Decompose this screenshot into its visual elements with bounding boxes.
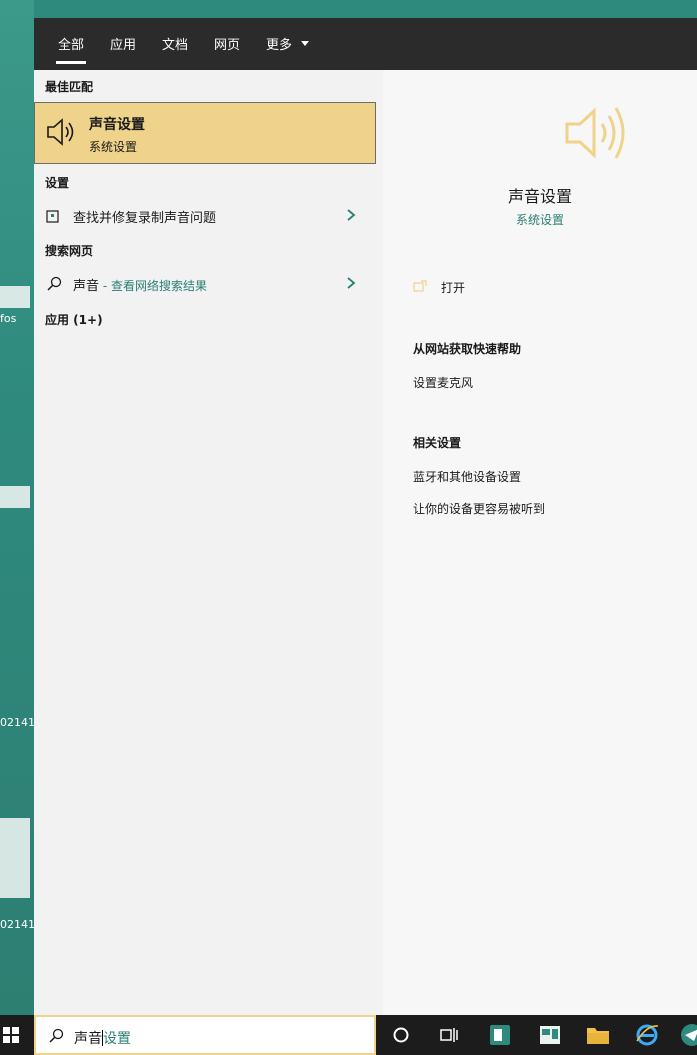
ie-browser-icon — [636, 1024, 659, 1046]
tab-more[interactable]: 更多 — [266, 34, 292, 53]
speaker-icon — [47, 118, 74, 146]
preview-subtitle: 系统设置 — [515, 213, 564, 227]
desktop-icon-label: 02141 — [0, 716, 35, 729]
best-match-item[interactable]: 声音设置 系统设置 — [34, 102, 376, 164]
web-result-suffix: - 查看网络搜索结果 — [99, 279, 207, 293]
taskbar-app-button[interactable] — [477, 1015, 523, 1055]
cortana-button[interactable] — [378, 1015, 424, 1055]
web-result-item[interactable]: 声音 - 查看网络搜索结果 — [34, 269, 383, 299]
tab-all[interactable]: 全部 — [55, 34, 87, 64]
search-input[interactable]: 声音设置 — [74, 1028, 131, 1048]
start-button[interactable] — [0, 1015, 34, 1055]
folder-icon — [587, 1028, 609, 1044]
chevron-right-icon[interactable] — [346, 208, 356, 222]
desktop-icon-label: fos — [0, 312, 17, 325]
filter-tab-bar: 全部 应用 文档 网页 更多 — [34, 18, 697, 70]
chevron-down-icon — [301, 41, 309, 46]
desktop-file-thumbnail[interactable] — [0, 818, 30, 898]
section-header-apps[interactable]: 应用 (1+) — [45, 311, 103, 328]
related-link-bluetooth[interactable]: 蓝牙和其他设备设置 — [413, 468, 521, 485]
section-header-settings: 设置 — [45, 176, 70, 190]
web-result-label: 声音 - 查看网络搜索结果 — [73, 275, 207, 294]
search-box[interactable]: 声音设置 — [34, 1015, 376, 1055]
preview-pane: 声音设置 系统设置 打开 从网站获取快速帮助 设置麦克风 相关设置 蓝牙和其他设… — [383, 70, 697, 1015]
windows-logo-icon — [3, 1027, 19, 1043]
section-header-web: 搜索网页 — [45, 244, 94, 258]
search-query-text: 声音 — [74, 1031, 102, 1047]
preview-title: 声音设置 — [507, 187, 572, 206]
search-panel: 全部 应用 文档 网页 更多 最佳匹配 声音设置 系统设置 设置 查找并修复录制… — [34, 18, 697, 1015]
settings-result-label: 查找并修复录制声音问题 — [73, 211, 217, 226]
taskbar-app-button[interactable] — [672, 1015, 697, 1055]
search-icon — [49, 1028, 64, 1043]
section-header-best-match: 最佳匹配 — [45, 80, 94, 94]
desktop-shortcut-icon[interactable] — [0, 486, 30, 508]
task-view-button[interactable] — [426, 1015, 472, 1055]
best-match-title: 声音设置 — [89, 117, 145, 133]
task-view-icon — [440, 1028, 458, 1042]
desktop-shortcut-icon[interactable] — [0, 286, 30, 308]
internet-explorer-button[interactable] — [624, 1015, 670, 1055]
results-list: 最佳匹配 声音设置 系统设置 设置 查找并修复录制声音问题 搜索网页 声音 - … — [34, 70, 383, 1015]
speaker-icon — [565, 107, 625, 159]
web-result-query: 声音 — [73, 279, 100, 294]
related-settings-header: 相关设置 — [413, 436, 462, 450]
open-icon — [413, 280, 427, 292]
file-explorer-button[interactable] — [575, 1015, 621, 1055]
search-autocomplete-hint: 设置 — [103, 1031, 131, 1047]
app-window-icon — [540, 1026, 560, 1044]
open-action[interactable]: 打开 — [413, 278, 673, 298]
related-link-hearing[interactable]: 让你的设备更容易被听到 — [413, 500, 545, 517]
taskbar-app-button[interactable] — [527, 1015, 573, 1055]
tab-apps[interactable]: 应用 — [110, 34, 136, 53]
app-round-icon — [681, 1024, 697, 1046]
desktop-icon-label: 02141 — [0, 918, 35, 931]
best-match-subtitle: 系统设置 — [89, 140, 138, 154]
desktop-background-top — [34, 0, 697, 18]
tab-web[interactable]: 网页 — [214, 34, 240, 53]
help-link-microphone[interactable]: 设置麦克风 — [413, 374, 473, 391]
cortana-circle-icon — [393, 1027, 409, 1043]
chevron-right-icon[interactable] — [346, 276, 356, 290]
app-tile-icon — [490, 1025, 510, 1045]
open-label: 打开 — [441, 281, 466, 295]
desktop-background: fos 02141 02141 — [0, 0, 35, 1015]
settings-result-item[interactable]: 查找并修复录制声音问题 — [34, 201, 383, 231]
troubleshoot-icon — [46, 210, 59, 223]
help-section-header: 从网站获取快速帮助 — [413, 342, 522, 356]
search-icon — [47, 276, 62, 291]
tab-documents[interactable]: 文档 — [162, 34, 188, 53]
